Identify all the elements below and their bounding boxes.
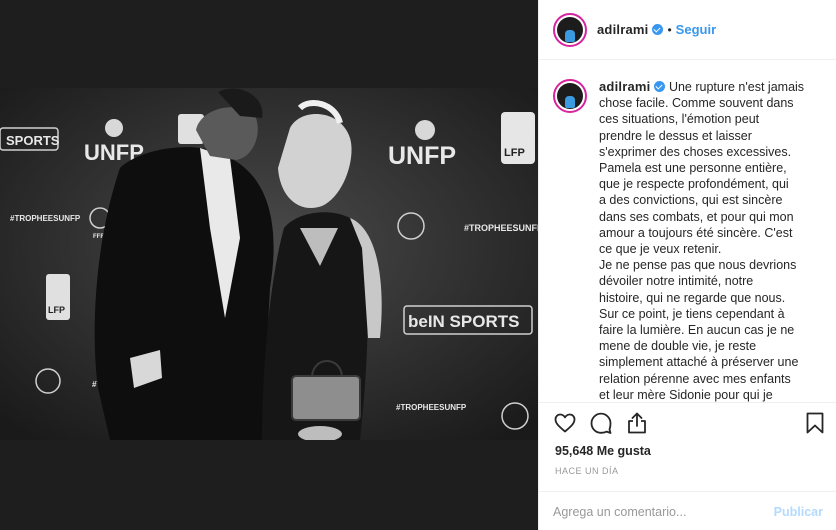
svg-text:#TROPHEESUNFP: #TROPHEESUNFP xyxy=(396,403,467,412)
caption-line: histoire, qui ne regarde que nous. xyxy=(599,290,786,305)
separator-dot: • xyxy=(667,22,672,37)
avatar[interactable] xyxy=(553,12,587,47)
hashtag-left: #TROPHEESUNFP xyxy=(10,214,81,223)
caption-avatar[interactable] xyxy=(553,79,587,113)
lfp-logo-mid-left: LFP xyxy=(46,274,70,320)
caption-line: Je ne pense pas que nous devrions xyxy=(599,258,797,273)
caption-line: a des convictions, qui est sincère xyxy=(599,193,783,208)
caption-line: s'exprimer des choses excessives. xyxy=(599,144,792,159)
svg-text:SPORTS: SPORTS xyxy=(6,133,60,148)
like-count[interactable]: 95,648 Me gusta xyxy=(555,444,651,458)
share-icon[interactable] xyxy=(625,411,649,435)
caption-line: faire la lumière. En aucun cas je ne xyxy=(599,323,795,338)
bookmark-icon[interactable] xyxy=(803,411,827,435)
svg-text:LFP: LFP xyxy=(504,147,525,159)
caption-line: simplement attaché à préserver une xyxy=(599,355,799,370)
caption-line: amour a toujours été sincère. C'est xyxy=(599,225,793,240)
caption-comment: adilrami Une rupture n'est jamais chose … xyxy=(553,79,823,402)
media-pane: SPORTS UNFP UNFP LFP FFF #TROPHEESUNFP #… xyxy=(0,0,538,530)
caption-first-line: adilrami Une rupture n'est jamais xyxy=(599,79,821,95)
caption-line: ces situations, l'émotion peut xyxy=(599,112,760,127)
caption-line: prendre le dessus et laisser xyxy=(599,128,752,143)
verified-badge-icon xyxy=(652,24,664,35)
caption-line: chose facile. Comme souvent dans xyxy=(599,96,794,111)
caption-body: adilrami Une rupture n'est jamais chose … xyxy=(599,79,821,402)
lfp-logo-right: LFP xyxy=(501,112,535,164)
post-timestamp[interactable]: HACE UN DÍA xyxy=(555,466,619,476)
heart-icon[interactable] xyxy=(553,411,577,435)
follow-button[interactable]: Seguir xyxy=(676,22,716,37)
caption-line: Sur ce point, je tiens cependant à xyxy=(599,306,785,321)
post-sidebar: adilrami • Seguir adilrami Une rupture n… xyxy=(538,0,836,530)
add-comment-bar: Publicar xyxy=(539,491,836,530)
caption-line: ce que je veux retenir. xyxy=(599,242,722,257)
comments-area[interactable]: adilrami Une rupture n'est jamais chose … xyxy=(539,61,836,402)
caption-line: que je respecte profondément, qui xyxy=(599,177,789,192)
header-username[interactable]: adilrami xyxy=(597,22,648,37)
caption-line: dans ses combats, et pour qui mon xyxy=(599,209,794,224)
hashtag-bottom-right: #TROPHEESUNFP xyxy=(396,403,467,412)
action-icons xyxy=(553,411,825,437)
comment-input[interactable] xyxy=(553,504,774,519)
svg-text:#TROPHEESUNFP: #TROPHEESUNFP xyxy=(464,223,538,233)
caption-line: Pamela est une personne entière, xyxy=(599,161,787,176)
caption-line: dévoiler notre intimité, notre xyxy=(599,274,754,289)
caption-verified-badge-icon xyxy=(654,81,666,92)
hashtag-right: #TROPHEESUNFP xyxy=(464,223,538,233)
post-header: adilrami • Seguir xyxy=(539,0,836,60)
caption-line: et leur mère Sidonie pour qui je xyxy=(599,387,773,402)
post-actions: 95,648 Me gusta HACE UN DÍA Publicar xyxy=(539,402,836,530)
svg-text:UNFP: UNFP xyxy=(388,142,456,170)
caption-username[interactable]: adilrami xyxy=(599,79,650,94)
caption-line: relation pérenne avec mes enfants xyxy=(599,371,791,386)
svg-text:LFP: LFP xyxy=(48,305,65,315)
svg-text:beIN SPORTS: beIN SPORTS xyxy=(408,312,519,331)
post-photo[interactable]: SPORTS UNFP UNFP LFP FFF #TROPHEESUNFP #… xyxy=(0,88,538,440)
photo-illustration: SPORTS UNFP UNFP LFP FFF #TROPHEESUNFP #… xyxy=(0,88,538,440)
caption-text: Une rupture n'est jamais xyxy=(668,80,805,94)
caption-line: mene de double vie, je reste xyxy=(599,339,757,354)
svg-text:#TROPHEESUNFP: #TROPHEESUNFP xyxy=(10,214,81,223)
comment-icon[interactable] xyxy=(589,411,613,435)
publish-button[interactable]: Publicar xyxy=(774,505,823,519)
